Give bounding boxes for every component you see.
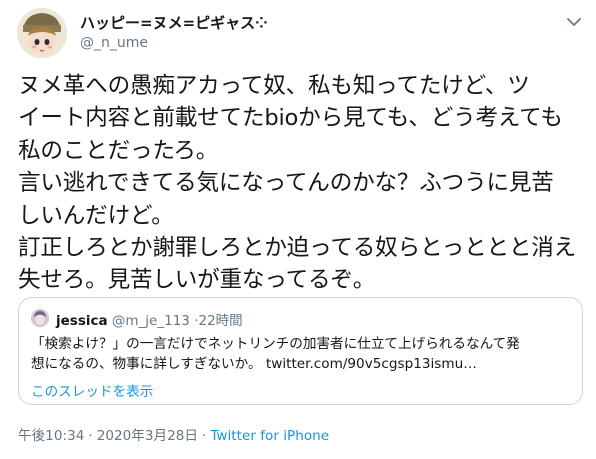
tweet-line: 私のことだったろ。 [18,137,219,164]
tweet-line: イート内容と前載せてたbioから見ても、どう考えても [18,105,563,132]
tweet-line: しいんだけど。 [18,202,174,229]
tweet-source[interactable]: Twitter for iPhone [210,428,329,444]
chevron-down-icon[interactable] [565,14,583,28]
avatar[interactable] [17,8,67,58]
tweet-line: 失せろ。見苦しいが重なってるぞ。 [18,267,376,294]
quoted-text-line: 「検索よけ？」の一言だけでネットリンチの加害者に仕立て上げられるなんて発 [31,336,520,352]
tweet-date[interactable]: 2020年3月28日 [97,428,198,444]
tweet-line: 訂正しろとか謝罪しろとか迫ってる奴らとっととと消え [18,235,577,262]
tweet-line: 言い逃れできてる気になってんのかな？ふつうに見苦 [18,170,554,197]
user-handle[interactable]: @_n_ume [80,35,148,51]
quoted-text: 「検索よけ？」の一言だけでネットリンチの加害者に仕立て上げられるなんて発 想にな… [31,335,571,374]
quoted-link[interactable]: twitter.com/90v5cgsp13ismu… [266,356,477,372]
quoted-timestamp[interactable]: 22時間 [198,313,242,329]
quoted-text-line-2: 想になるの、物事に詳しすぎないか。 [31,355,262,372]
tweet-line: ヌメ革への愚痴アカって奴、私も知ってたけど、ツ [18,73,530,99]
quoted-tweet-card[interactable]: jessica @m_je_113 ·22時間 「検索よけ？」の一言だけでネット… [18,297,583,405]
show-thread-link[interactable]: このスレッドを表示 [31,380,153,400]
quoted-handle[interactable]: @m_je_113 [112,313,190,329]
avatar-illustration [17,8,67,58]
quoted-text-line: 想になるの、物事に詳しすぎないか。 twitter.com/90v5cgsp13… [31,355,571,375]
tweet-text: ヌメ革への愚痴アカって奴、私も知ってたけど、ツ イート内容と前載せてたbioから… [18,70,583,297]
tweet-meta: 午後10:34 · 2020年3月28日 · Twitter for iPhone [18,424,329,444]
meta-dot: · [88,428,93,444]
display-name[interactable]: ハッピー=ヌメ=ピギャス⁘ [80,12,268,33]
quoted-header: jessica @m_je_113 ·22時間 [56,309,243,329]
quoted-avatar[interactable] [31,309,49,327]
tweet-time[interactable]: 午後10:34 [18,428,84,444]
meta-dot: · [202,428,207,444]
quoted-display-name[interactable]: jessica [56,313,108,329]
